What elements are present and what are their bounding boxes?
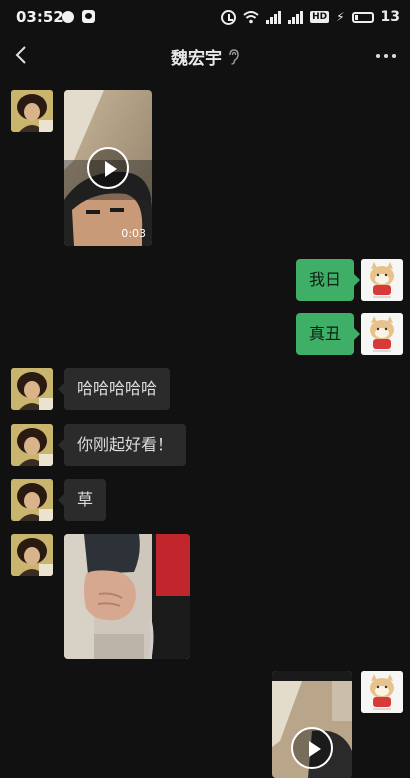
chat-header: 魏宏宇: [0, 34, 410, 78]
chat-title-area: 魏宏宇: [0, 44, 410, 69]
play-icon[interactable]: [87, 147, 129, 189]
battery-level: 13: [380, 9, 400, 25]
alarm-icon: [221, 9, 237, 25]
my-avatar[interactable]: [361, 259, 403, 301]
chat-title: 魏宏宇: [171, 49, 222, 69]
status-icons: HD ⚡ 13: [221, 8, 400, 26]
contact-avatar[interactable]: [11, 479, 53, 521]
message-bubble-sent[interactable]: 我日: [295, 259, 361, 301]
signal-2-icon: [288, 10, 304, 24]
video-message[interactable]: 0:03: [64, 90, 152, 246]
battery-icon: [351, 11, 374, 23]
contact-avatar[interactable]: [11, 90, 53, 132]
contact-avatar[interactable]: [11, 368, 53, 410]
status-bar: 03:52 HD ⚡ 13: [0, 0, 410, 34]
message-bubble-sent[interactable]: 真丑: [295, 313, 361, 355]
message-bubble-received[interactable]: 你刚起好看！: [57, 424, 187, 466]
play-icon[interactable]: [291, 727, 333, 769]
more-icon[interactable]: [376, 46, 398, 66]
video-duration: 0:03: [121, 227, 146, 240]
charging-icon: ⚡: [336, 10, 345, 24]
contact-avatar[interactable]: [11, 534, 53, 576]
message-bubble-received[interactable]: 哈哈哈哈哈: [57, 368, 171, 410]
my-avatar[interactable]: [361, 313, 403, 355]
my-avatar[interactable]: [361, 671, 403, 713]
signal-1-icon: [266, 10, 282, 24]
hd-badge: HD: [310, 11, 330, 23]
wifi-icon: [243, 10, 259, 23]
notification-dot-icon: [62, 11, 74, 23]
app-notification-icon: [82, 10, 95, 23]
status-time: 03:52: [16, 8, 64, 26]
contact-avatar[interactable]: [11, 424, 53, 466]
video-message[interactable]: [272, 671, 352, 778]
message-bubble-received[interactable]: 草: [57, 479, 107, 521]
image-message[interactable]: [64, 534, 190, 659]
ear-icon: [229, 48, 239, 65]
